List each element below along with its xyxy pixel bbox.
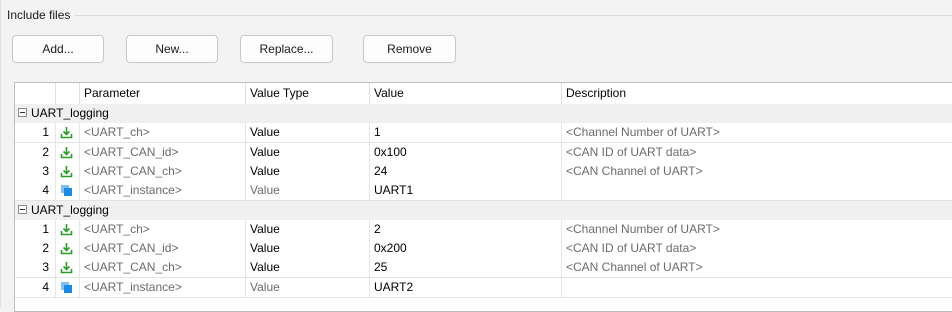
row-icon-cell xyxy=(55,181,79,201)
description-cell[interactable] xyxy=(561,181,952,201)
parameter-cell[interactable]: <UART_instance> xyxy=(79,277,245,297)
table-row[interactable]: 4 <UART_instance> Value UART1 xyxy=(15,181,952,202)
parameter-cell[interactable]: <UART_instance> xyxy=(79,181,245,201)
row-icon-cell xyxy=(55,219,79,239)
remove-button[interactable]: Remove xyxy=(363,35,456,63)
group-row[interactable]: UART_logging xyxy=(15,104,952,124)
row-index: 3 xyxy=(42,260,49,275)
row-index: 2 xyxy=(42,144,49,159)
download-icon xyxy=(60,243,73,255)
table-row[interactable]: 1 <UART_ch> Value 1 <Channel Number of UART> xyxy=(15,123,952,144)
group-row[interactable]: UART_logging xyxy=(15,200,952,221)
value-type-cell[interactable]: Value xyxy=(245,142,369,162)
table-row[interactable]: 4 <UART_instance> Value UART2 xyxy=(15,277,952,298)
header-value-type[interactable]: Value Type xyxy=(245,83,369,104)
value-cell[interactable]: 25 xyxy=(369,258,561,278)
row-index: 1 xyxy=(42,221,49,236)
value-type-cell[interactable]: Value xyxy=(245,277,369,297)
description-cell[interactable]: <CAN ID of UART data> xyxy=(561,142,952,162)
row-index: 2 xyxy=(42,241,49,256)
grid-header: Parameter Value Type Value Description xyxy=(15,83,952,105)
row-icon-cell xyxy=(55,142,79,162)
parameter-grid[interactable]: Parameter Value Type Value Description U… xyxy=(14,82,952,312)
value-type-cell[interactable]: Value xyxy=(245,219,369,239)
table-row[interactable]: 2 <UART_CAN_id> Value 0x100 <CAN ID of UART … xyxy=(15,142,952,163)
description-cell[interactable] xyxy=(561,277,952,297)
value-cell[interactable]: UART1 xyxy=(369,181,561,201)
description-cell[interactable]: <Channel Number of UART> xyxy=(561,219,952,239)
row-icon-cell xyxy=(55,239,79,259)
description-cell[interactable]: <CAN ID of UART data> xyxy=(561,239,952,259)
parameter-cell[interactable]: <UART_CAN_ch> xyxy=(79,161,245,181)
group-border xyxy=(0,0,1,308)
value-cell[interactable]: 2 xyxy=(369,219,561,239)
value-cell[interactable]: UART2 xyxy=(369,277,561,297)
table-row[interactable]: 1 <UART_ch> Value 2 <Channel Number of UART> xyxy=(15,219,952,240)
row-index: 4 xyxy=(42,183,49,198)
add-button[interactable]: Add... xyxy=(12,35,104,63)
value-cell[interactable]: 1 xyxy=(369,123,561,143)
row-icon-cell xyxy=(55,123,79,143)
table-row[interactable]: 3 <UART_CAN_ch> Value 24 <CAN Channel of UAR… xyxy=(15,161,952,182)
value-type-cell[interactable]: Value xyxy=(245,258,369,278)
new-button[interactable]: New... xyxy=(126,35,218,63)
row-index: 1 xyxy=(42,125,49,140)
table-row[interactable]: 3 <UART_CAN_ch> Value 25 <CAN Channel of UAR… xyxy=(15,258,952,279)
header-parameter[interactable]: Parameter xyxy=(79,83,245,104)
download-icon xyxy=(60,165,73,178)
value-type-cell[interactable]: Value xyxy=(245,239,369,259)
instance-icon xyxy=(61,185,72,197)
description-cell[interactable]: <Channel Number of UART> xyxy=(561,123,952,143)
group-name: UART_logging xyxy=(31,106,109,120)
value-type-cell[interactable]: Value xyxy=(245,123,369,143)
row-icon-cell xyxy=(55,161,79,181)
parameter-cell[interactable]: <UART_CAN_id> xyxy=(79,142,245,162)
group-label: Include files xyxy=(7,8,71,22)
header-value[interactable]: Value xyxy=(369,83,561,104)
collapse-toggle-icon[interactable] xyxy=(18,108,27,117)
download-icon xyxy=(60,146,73,158)
collapse-toggle-icon[interactable] xyxy=(18,204,27,214)
value-cell[interactable]: 0x100 xyxy=(369,142,561,162)
parameter-cell[interactable]: <UART_ch> xyxy=(79,219,245,239)
download-icon xyxy=(60,127,73,139)
description-cell[interactable]: <CAN Channel of UART> xyxy=(561,161,952,181)
header-description[interactable]: Description xyxy=(561,83,952,104)
group-name: UART_logging xyxy=(31,202,109,217)
group-divider xyxy=(75,15,952,16)
replace-button[interactable]: Replace... xyxy=(240,35,333,63)
row-index: 3 xyxy=(42,163,49,178)
header-index xyxy=(15,83,55,104)
download-icon xyxy=(60,262,73,274)
value-type-cell[interactable]: Value xyxy=(245,161,369,181)
parameter-cell[interactable]: <UART_ch> xyxy=(79,123,245,143)
table-row[interactable]: 2 <UART_CAN_id> Value 0x200 <CAN ID of UART … xyxy=(15,239,952,260)
header-icon xyxy=(55,83,79,104)
value-cell[interactable]: 0x200 xyxy=(369,239,561,259)
parameter-cell[interactable]: <UART_CAN_ch> xyxy=(79,258,245,278)
parameter-cell[interactable]: <UART_CAN_id> xyxy=(79,239,245,259)
row-icon-cell xyxy=(55,277,79,297)
description-cell[interactable]: <CAN Channel of UART> xyxy=(561,258,952,278)
value-type-cell[interactable]: Value xyxy=(245,181,369,201)
value-cell[interactable]: 24 xyxy=(369,161,561,181)
row-index: 4 xyxy=(42,279,49,294)
download-icon xyxy=(60,223,73,236)
instance-icon xyxy=(61,281,72,293)
row-icon-cell xyxy=(55,258,79,278)
